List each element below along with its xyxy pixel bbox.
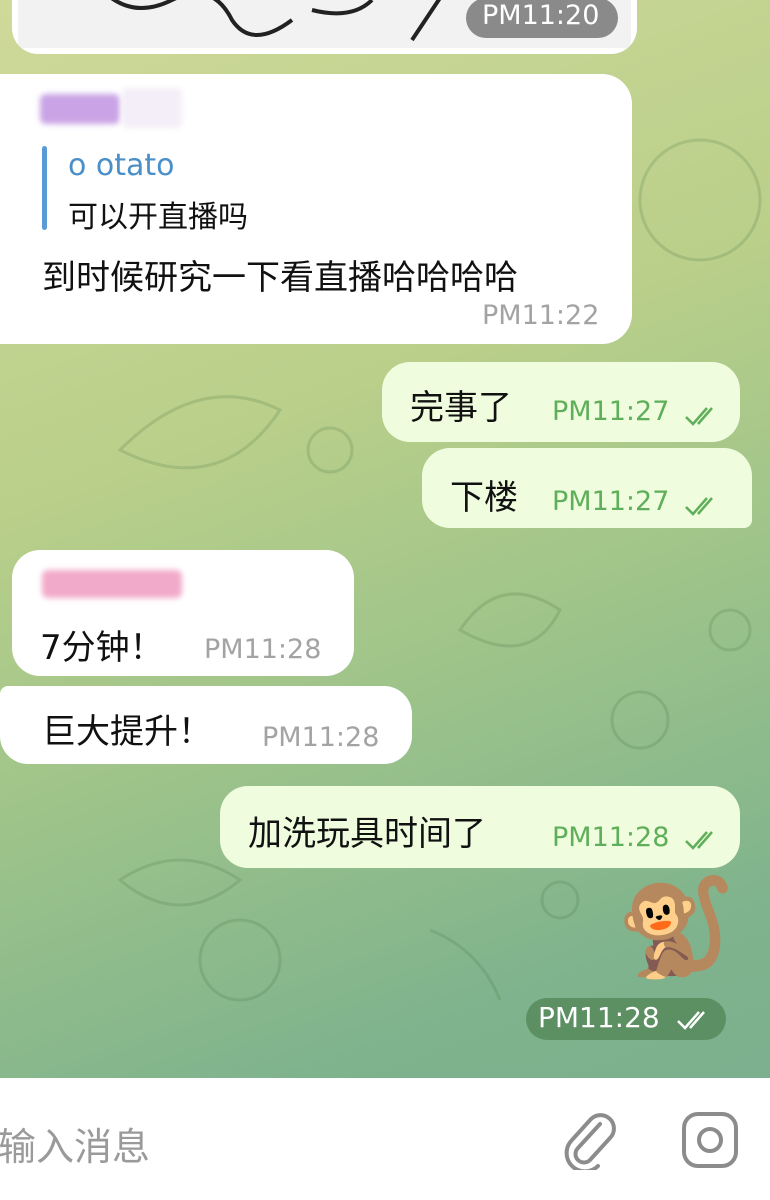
monkey-sticker-icon: 🐒 — [616, 871, 736, 983]
sender-name-redacted-extra — [122, 88, 182, 128]
camera-icon[interactable] — [680, 1110, 740, 1170]
incoming-message[interactable]: 7分钟！ PM11:28 — [12, 550, 354, 676]
message-time: PM11:28 — [538, 1001, 660, 1034]
sticker-time-pill: PM11:28 — [526, 998, 726, 1040]
sticker-message[interactable]: 🐒 — [610, 872, 750, 996]
image-message[interactable]: PM11:20 — [12, 0, 637, 54]
message-text: 下楼 — [450, 478, 518, 518]
double-check-icon — [685, 407, 713, 426]
message-input-bar: 输入消息 — [0, 1078, 770, 1200]
message-input-placeholder[interactable]: 输入消息 — [0, 1116, 150, 1171]
message-text: 到时候研究一下看直播哈哈哈哈 — [42, 258, 518, 298]
message-text: 巨大提升！ — [42, 712, 212, 752]
outgoing-message[interactable]: 完事了 PM11:27 — [382, 362, 740, 442]
image-time-pill: PM11:20 — [466, 0, 618, 38]
double-check-icon — [677, 1011, 705, 1030]
message-text: 完事了 — [410, 388, 512, 428]
outgoing-message[interactable]: 下楼 PM11:27 — [422, 448, 752, 528]
message-time: PM11:27 — [552, 396, 670, 427]
double-check-icon — [685, 831, 713, 850]
paperclip-icon[interactable] — [560, 1110, 620, 1170]
message-time: PM11:28 — [262, 722, 380, 753]
sender-name-redacted — [40, 94, 120, 124]
sender-name-redacted — [42, 570, 182, 598]
message-text: 7分钟！ — [40, 628, 164, 668]
message-time: PM11:27 — [552, 486, 670, 517]
incoming-message[interactable]: 巨大提升！ PM11:28 — [0, 686, 412, 764]
reply-preview[interactable]: o otato 可以开直播吗 — [42, 146, 442, 235]
reply-name: o otato — [68, 148, 175, 183]
reply-bar — [42, 146, 47, 230]
reply-text: 可以开直播吗 — [68, 200, 248, 235]
message-time: PM11:28 — [552, 822, 670, 853]
message-time: PM11:22 — [482, 300, 600, 331]
outgoing-message[interactable]: 加洗玩具时间了 PM11:28 — [220, 786, 740, 868]
message-time: PM11:20 — [482, 0, 600, 31]
incoming-message[interactable]: o otato 可以开直播吗 到时候研究一下看直播哈哈哈哈 PM11:22 — [0, 74, 632, 344]
double-check-icon — [685, 497, 713, 516]
message-time: PM11:28 — [204, 634, 322, 665]
message-text: 加洗玩具时间了 — [248, 814, 486, 854]
